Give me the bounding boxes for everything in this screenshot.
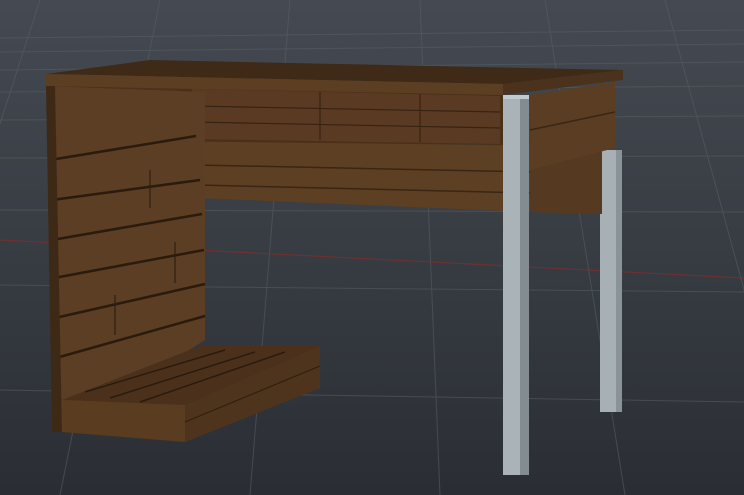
3d-viewport[interactable]	[0, 0, 744, 495]
back-right-leg-shade	[616, 150, 622, 412]
front-right-leg-cap	[503, 95, 529, 99]
drawer-main	[192, 89, 500, 144]
front-right-leg-shade	[520, 95, 529, 475]
scene-canvas[interactable]	[0, 0, 744, 495]
